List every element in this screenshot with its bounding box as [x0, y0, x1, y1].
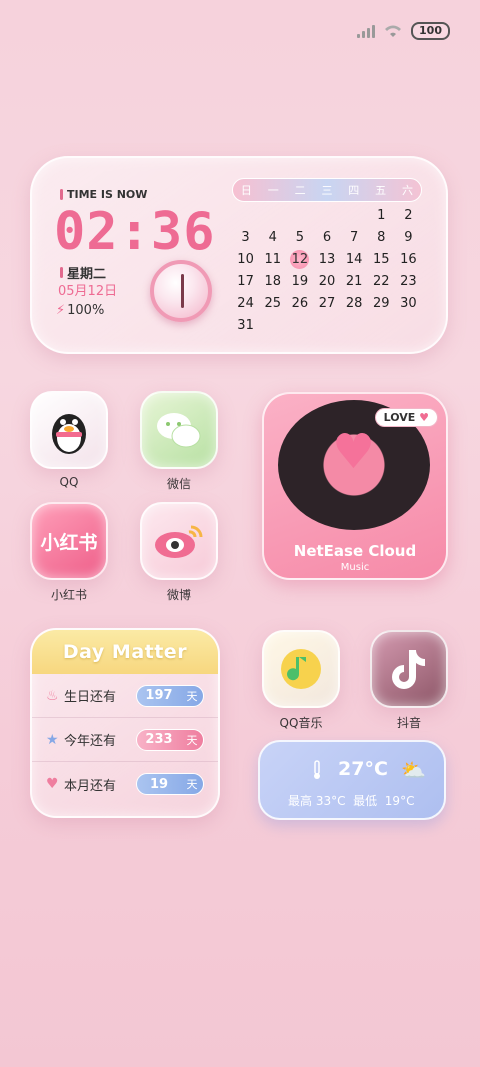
lightning-icon: ⚡: [56, 303, 66, 318]
weather-widget[interactable]: 27°C ⛅ 最高 33°C 最低 19°C: [258, 740, 446, 820]
app-label: 微博: [166, 588, 191, 602]
app-label: 抖音: [396, 716, 421, 730]
heart-icon: ♥: [332, 424, 376, 480]
calendar-day[interactable]: 16: [395, 250, 422, 269]
calendar-day: [313, 206, 340, 225]
weather-temperature: 27°C: [338, 758, 388, 780]
calendar-day[interactable]: 8: [368, 228, 395, 247]
douyin-note-icon: [370, 630, 448, 708]
app-xiaohongshu[interactable]: 小红书 小红书: [30, 502, 108, 603]
app-douyin[interactable]: 抖音: [370, 630, 448, 731]
calendar-weekday: 日: [240, 184, 252, 197]
love-badge: LOVE ♥: [374, 408, 438, 427]
cake-icon: ♨: [46, 687, 59, 704]
calendar-day[interactable]: 6: [313, 228, 340, 247]
day-matter-widget[interactable]: Day Matter ♨ 生日还有 197 天 ★ 今年还有 233 天 ♥ 本月还…: [30, 628, 220, 818]
calendar-day[interactable]: 13: [313, 250, 340, 269]
music-title: NetEase Cloud: [293, 542, 417, 560]
calendar-weekday: 三: [321, 184, 333, 197]
app-label: 微信: [166, 477, 191, 491]
calendar-day[interactable]: 12: [290, 250, 310, 269]
calendar-day[interactable]: 19: [286, 272, 313, 291]
calendar-day[interactable]: 23: [395, 272, 422, 291]
calendar-day[interactable]: 4: [259, 228, 286, 247]
calendar-day[interactable]: 11: [259, 250, 286, 269]
qq-penguin-icon: [30, 391, 108, 469]
calendar-day[interactable]: 24: [232, 294, 259, 313]
calendar-day[interactable]: 10: [232, 250, 259, 269]
list-item: ♥ 本月还有 19 天: [32, 762, 218, 806]
battery-indicator: 100: [411, 22, 450, 40]
list-item: ★ 今年还有 233 天: [32, 718, 218, 762]
calendar-weekday: 一: [267, 184, 279, 197]
app-label: QQ音乐: [279, 716, 323, 730]
xiaohongshu-icon: 小红书: [30, 502, 108, 580]
calendar-day[interactable]: 28: [341, 294, 368, 313]
calendar-day[interactable]: 31: [232, 316, 259, 335]
calendar-day: [286, 206, 313, 225]
calendar-day[interactable]: 7: [341, 228, 368, 247]
thermometer-icon: [314, 760, 320, 779]
calendar-day[interactable]: 9: [395, 228, 422, 247]
star-icon: ★: [46, 731, 59, 748]
calendar-day: [341, 206, 368, 225]
calendar-day[interactable]: 21: [341, 272, 368, 291]
clock-knob: [150, 260, 212, 322]
calendar-day[interactable]: 22: [368, 272, 395, 291]
date: 05月12日: [58, 284, 118, 299]
countdown-pill: 233 天: [136, 728, 204, 751]
list-item: ♨ 生日还有 197 天: [32, 674, 218, 718]
app-label: 小红书: [50, 588, 87, 602]
clock-time: 02:36: [54, 202, 216, 262]
calendar-day: [232, 206, 259, 225]
calendar-day[interactable]: 18: [259, 272, 286, 291]
music-subtitle: Music: [340, 562, 370, 573]
battery-level: 100%: [67, 303, 105, 318]
heart-icon: ♥: [46, 776, 59, 792]
netease-music-widget[interactable]: ♥ LOVE ♥ NetEase Cloud Music: [262, 392, 448, 580]
calendar-day[interactable]: 30: [395, 294, 422, 313]
calendar-day[interactable]: 26: [286, 294, 313, 313]
countdown-pill: 197 天: [136, 684, 204, 707]
calendar-weekday: 二: [294, 184, 306, 197]
day-matter-title: Day Matter: [32, 630, 218, 674]
music-note-icon: [262, 630, 340, 708]
weather-range: 最高 33°C 最低 19°C: [288, 794, 415, 808]
calendar-day[interactable]: 15: [368, 250, 395, 269]
calendar-weekday: 六: [401, 184, 413, 197]
calendar-day[interactable]: 17: [232, 272, 259, 291]
app-qqmusic[interactable]: QQ音乐: [262, 630, 340, 731]
app-wechat[interactable]: 微信: [140, 391, 218, 492]
calendar-weekday: 五: [375, 184, 387, 197]
status-bar: 100: [357, 22, 450, 40]
calendar-day[interactable]: 27: [313, 294, 340, 313]
app-label: QQ: [59, 475, 79, 489]
app-weibo[interactable]: 微博: [140, 502, 218, 603]
calendar-day[interactable]: 5: [286, 228, 313, 247]
clock-calendar-widget[interactable]: TIME IS NOW 02:36 星期二 05月12日 ⚡ 100% 日一二三四…: [30, 156, 448, 354]
wechat-icon: [140, 391, 218, 469]
calendar-day[interactable]: 1: [368, 206, 395, 225]
calendar-grid: 1 2 3 4 5 6 7 8 9 10 11 12 13 14 15 16 17 18 19 20 21 22 23 24 2…: [232, 206, 422, 335]
calendar-day[interactable]: 20: [313, 272, 340, 291]
app-qq[interactable]: QQ: [30, 391, 108, 489]
calendar-day[interactable]: 14: [341, 250, 368, 269]
weibo-eye-icon: [140, 502, 218, 580]
calendar-day: [259, 206, 286, 225]
signal-icon: [357, 24, 376, 38]
time-label: TIME IS NOW: [67, 188, 148, 201]
sun-cloud-icon: ⛅: [401, 758, 426, 782]
calendar-day[interactable]: 29: [368, 294, 395, 313]
countdown-pill: 19 天: [136, 773, 204, 795]
calendar-week-header: 日一二三四五六: [232, 178, 422, 202]
calendar-day[interactable]: 2: [395, 206, 422, 225]
calendar-day[interactable]: 25: [259, 294, 286, 313]
calendar-day[interactable]: 3: [232, 228, 259, 247]
wifi-icon: [385, 25, 402, 37]
calendar-weekday: 四: [348, 184, 360, 197]
